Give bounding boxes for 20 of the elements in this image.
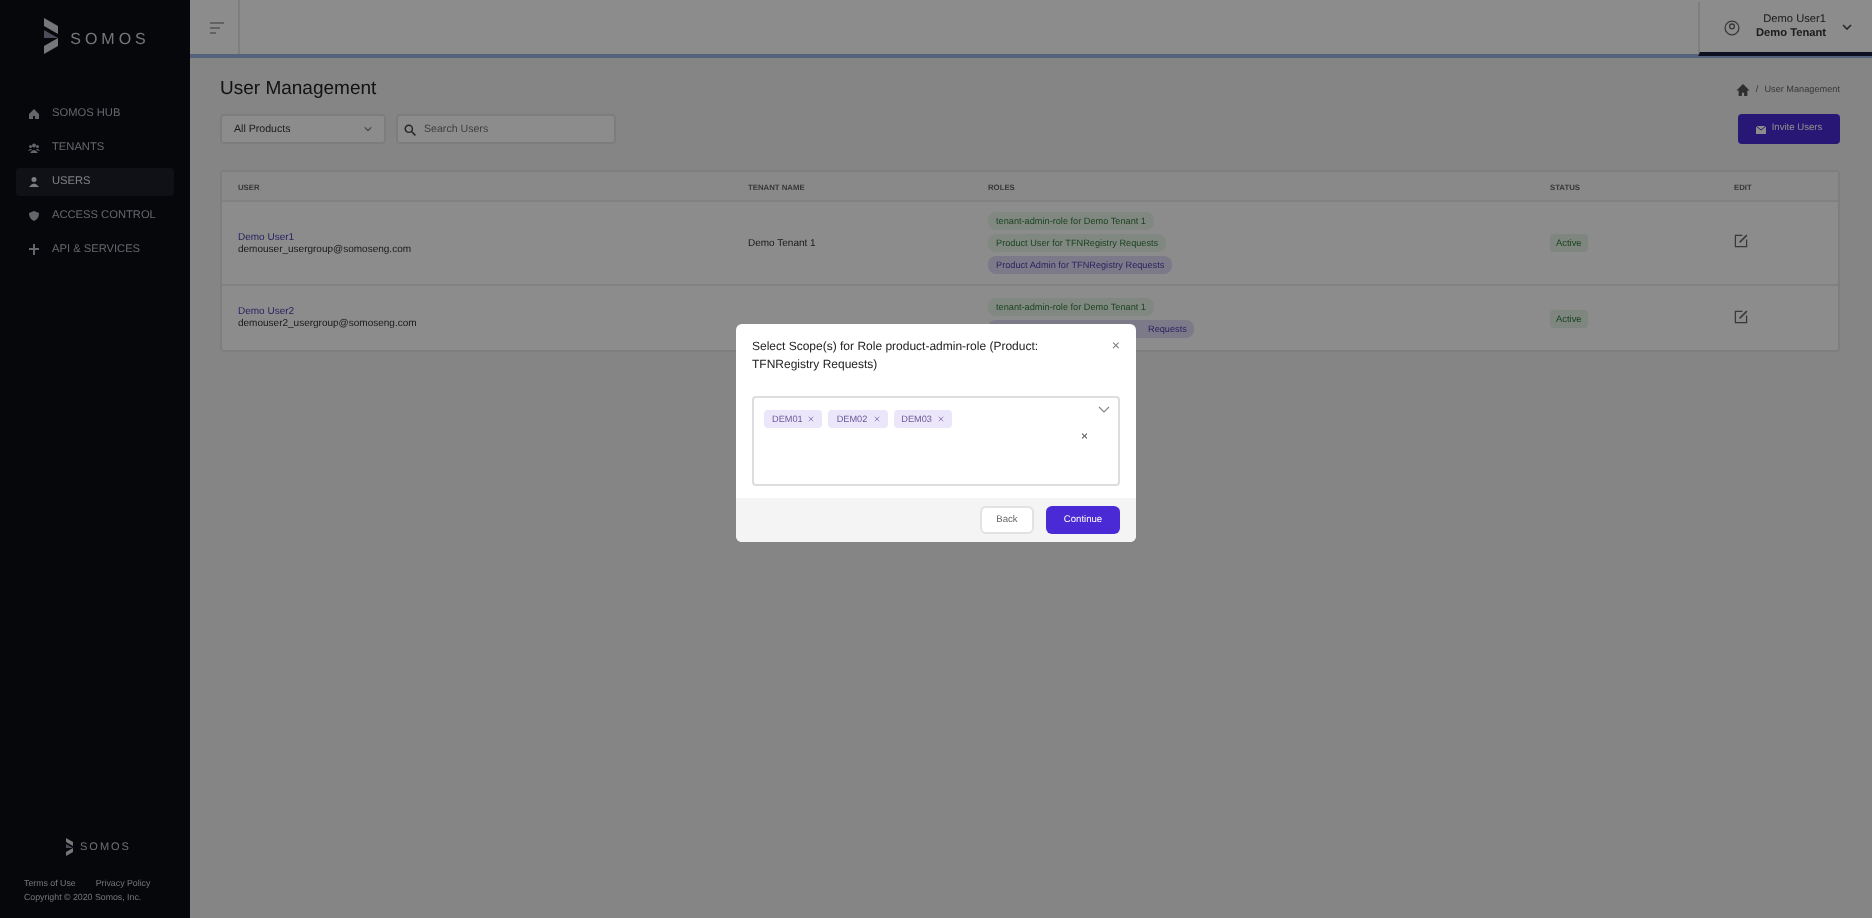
page-title: User Management <box>220 78 377 100</box>
home-icon[interactable] <box>1735 83 1750 95</box>
group-icon <box>28 142 40 154</box>
chevron-down-icon[interactable] <box>1098 406 1110 414</box>
chevron-down-icon <box>364 126 372 132</box>
person-icon <box>28 176 40 188</box>
remove-icon[interactable] <box>873 416 880 422</box>
shield-icon <box>28 210 40 222</box>
search-icon <box>404 123 416 135</box>
logo-text: SOMOS <box>70 29 150 47</box>
user-icon[interactable] <box>1723 19 1740 35</box>
remove-icon[interactable] <box>937 416 944 422</box>
home-icon <box>28 108 40 120</box>
remove-icon[interactable] <box>808 416 815 422</box>
edit-icon[interactable] <box>1734 234 1748 248</box>
mail-icon <box>1755 125 1766 133</box>
edit-icon[interactable] <box>1734 309 1748 323</box>
chevron-down-icon[interactable] <box>1842 24 1852 30</box>
logo-icon <box>40 18 63 58</box>
logo-icon <box>63 838 74 858</box>
